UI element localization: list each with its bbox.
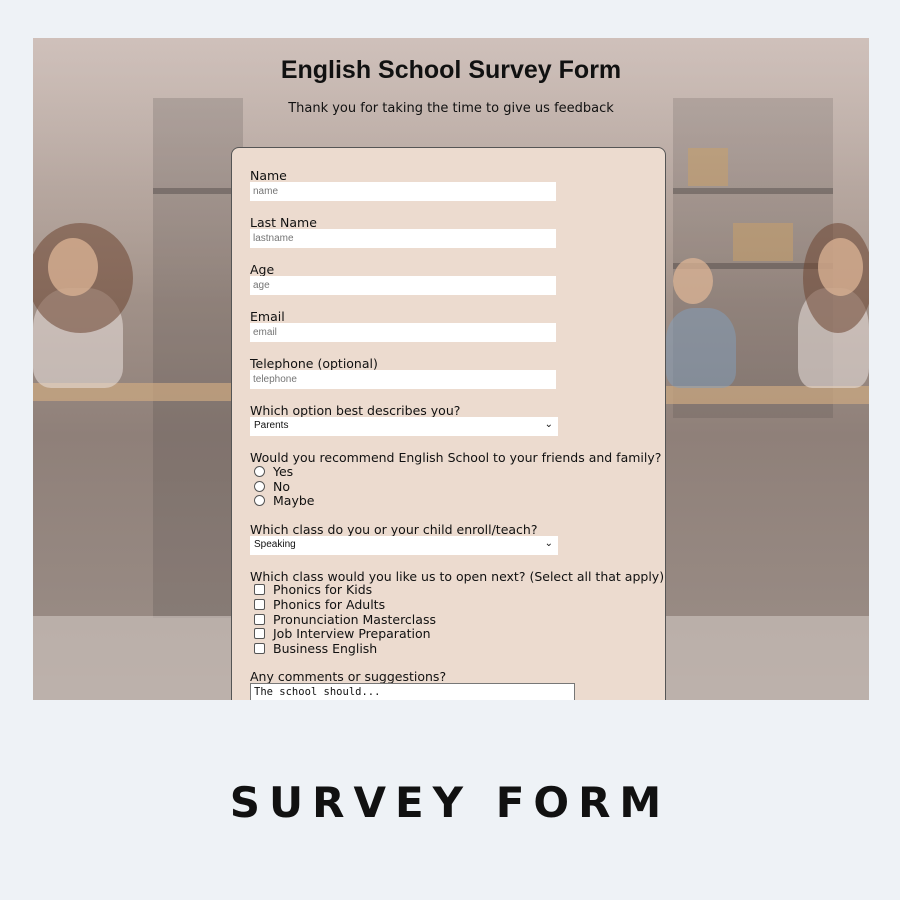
class-enrolled-value: Speaking xyxy=(254,539,296,550)
background-books xyxy=(733,223,793,261)
comments-textarea[interactable]: The school should... xyxy=(250,683,575,700)
background-student xyxy=(48,238,98,296)
telephone-input[interactable] xyxy=(250,370,556,389)
option-label: Yes xyxy=(273,464,294,479)
checkbox-icon[interactable] xyxy=(254,599,265,610)
checkbox-icon[interactable] xyxy=(254,584,265,595)
lastname-input[interactable] xyxy=(250,229,556,248)
role-select[interactable]: Parents ⌄ xyxy=(250,417,558,436)
background-desk xyxy=(665,386,869,404)
class-option-pronunciation[interactable]: Pronunciation Masterclass xyxy=(254,613,436,627)
chevron-down-icon: ⌄ xyxy=(544,419,553,430)
age-label: Age xyxy=(250,262,275,277)
page-subtitle: Thank you for taking the time to give us… xyxy=(288,101,614,116)
class-option-phonics-adults[interactable]: Phonics for Adults xyxy=(254,598,385,612)
checkbox-icon[interactable] xyxy=(254,628,265,639)
email-label: Email xyxy=(250,309,285,324)
class-option-job-interview[interactable]: Job Interview Preparation xyxy=(254,627,431,641)
option-label: Maybe xyxy=(273,493,315,508)
recommend-label: Would you recommend English School to yo… xyxy=(250,450,662,465)
background-student xyxy=(666,308,736,388)
option-label: Phonics for Kids xyxy=(273,582,373,597)
background-books xyxy=(688,148,728,186)
lastname-label: Last Name xyxy=(250,215,317,230)
checkbox-icon[interactable] xyxy=(254,643,265,654)
recommend-option-yes[interactable]: Yes xyxy=(254,465,293,479)
class-enrolled-label: Which class do you or your child enroll/… xyxy=(250,522,538,537)
screenshot: English School Survey Form Thank you for… xyxy=(33,38,869,700)
radio-icon[interactable] xyxy=(254,466,265,477)
chevron-down-icon: ⌄ xyxy=(544,538,553,549)
name-label: Name xyxy=(250,168,287,183)
recommend-option-no[interactable]: No xyxy=(254,480,290,494)
age-input[interactable] xyxy=(250,276,556,295)
page-title: English School Survey Form xyxy=(280,56,622,84)
option-label: Job Interview Preparation xyxy=(273,626,431,641)
class-option-business[interactable]: Business English xyxy=(254,642,377,656)
survey-form: Name Last Name Age Email Telephone (opti… xyxy=(231,147,666,700)
role-select-value: Parents xyxy=(254,420,289,431)
email-input[interactable] xyxy=(250,323,556,342)
class-enrolled-select[interactable]: Speaking ⌄ xyxy=(250,536,558,555)
radio-icon[interactable] xyxy=(254,495,265,506)
option-label: No xyxy=(273,479,290,494)
option-label: Pronunciation Masterclass xyxy=(273,612,436,627)
role-label: Which option best describes you? xyxy=(250,403,461,418)
background-student xyxy=(673,258,713,304)
caption: SURVEY FORM xyxy=(229,778,671,827)
class-option-phonics-kids[interactable]: Phonics for Kids xyxy=(254,583,372,597)
background-shelf xyxy=(153,98,243,618)
checkbox-icon[interactable] xyxy=(254,614,265,625)
telephone-label: Telephone (optional) xyxy=(250,356,378,371)
option-label: Phonics for Adults xyxy=(273,597,386,612)
shelf-board xyxy=(673,188,833,194)
background-student xyxy=(818,238,863,296)
shelf-board xyxy=(153,188,243,194)
recommend-option-maybe[interactable]: Maybe xyxy=(254,494,314,508)
comments-label: Any comments or suggestions? xyxy=(250,669,447,684)
name-input[interactable] xyxy=(250,182,556,201)
radio-icon[interactable] xyxy=(254,481,265,492)
option-label: Business English xyxy=(273,641,378,656)
